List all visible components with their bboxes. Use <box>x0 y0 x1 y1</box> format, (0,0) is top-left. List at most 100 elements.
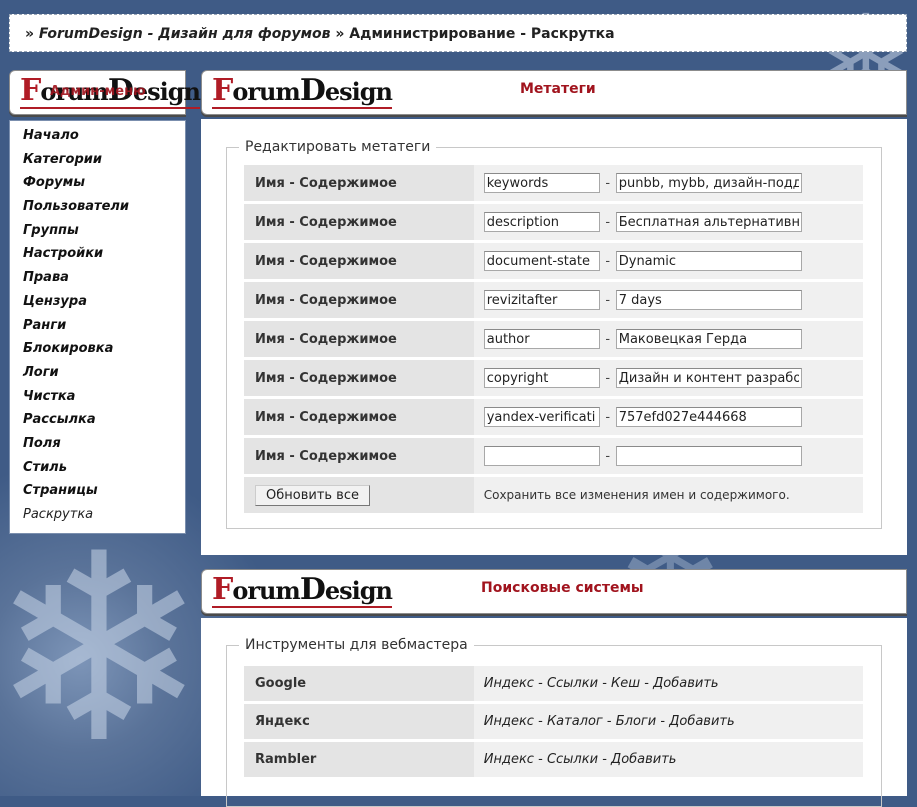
metatag-separator: - <box>605 448 611 464</box>
metatag-separator: - <box>605 409 611 425</box>
metatag-name-input[interactable] <box>483 446 600 466</box>
metatag-row: Имя - Содержимое - <box>244 243 863 279</box>
search-engine-row: Rambler Индекс - Ссылки - Добавить <box>244 742 863 777</box>
breadcrumb-site-link[interactable]: ForumDesign - Дизайн для форумов <box>39 26 331 42</box>
metatags-actions-note-cell: Сохранить все изменения имен и содержимо… <box>473 477 863 513</box>
metatag-row: Имя - Содержимое - <box>244 204 863 240</box>
search-engine-links: Индекс - Каталог - Блоги - Добавить <box>473 704 863 739</box>
metatag-separator: - <box>605 214 611 230</box>
metatag-row: Имя - Содержимое - <box>244 399 863 435</box>
search-engine-links: Индекс - Ссылки - Кеш - Добавить <box>473 666 863 701</box>
metatag-name-input[interactable] <box>483 251 600 271</box>
metatag-row-label: Имя - Содержимое <box>244 282 474 318</box>
sidebar-item[interactable]: Блокировка <box>23 341 185 365</box>
metatag-name-input[interactable] <box>483 212 600 232</box>
sidebar-item[interactable]: Логи <box>23 365 185 389</box>
sidebar-item[interactable]: Пользователи <box>23 199 185 223</box>
metatag-name-input[interactable] <box>483 329 600 349</box>
metatag-separator: - <box>605 370 611 386</box>
metatags-title: Метатеги <box>520 81 596 97</box>
search-engines-panel: Инструменты для вебмастера Google Индекс … <box>201 618 907 807</box>
search-engines-header: ForumDesign Поисковые системы <box>201 569 907 614</box>
search-engine-link[interactable]: Добавить <box>653 676 718 691</box>
metatag-name-input[interactable] <box>483 173 600 193</box>
search-engine-link[interactable]: Индекс <box>484 714 534 729</box>
metatag-row-fields: - <box>473 204 863 240</box>
link-separator: - <box>602 676 607 691</box>
metatag-row-label: Имя - Содержимое <box>244 243 474 279</box>
metatag-row: Имя - Содержимое - <box>244 321 863 357</box>
search-engine-name: Яндекс <box>244 704 474 739</box>
link-separator: - <box>606 714 612 729</box>
sidebar-item[interactable]: Категории <box>23 152 185 176</box>
search-engine-link[interactable]: Добавить <box>669 714 734 729</box>
search-engine-link[interactable]: Добавить <box>611 752 676 767</box>
metatags-legend: Редактировать метатеги <box>245 139 431 155</box>
search-engine-name: Rambler <box>244 742 474 777</box>
search-engine-row: Яндекс Индекс - Каталог - Блоги - Добавит… <box>244 704 863 739</box>
sidebar-item[interactable]: Начало <box>23 128 185 152</box>
sidebar-item[interactable]: Поля <box>23 436 185 460</box>
search-engine-link[interactable]: Ссылки <box>547 752 598 767</box>
metatag-separator: - <box>605 253 611 269</box>
sidebar-item[interactable]: Стиль <box>23 460 185 484</box>
metatag-name-input[interactable] <box>483 368 600 388</box>
search-engine-link[interactable]: Индекс <box>484 676 534 691</box>
forumdesign-logo: ForumDesign <box>212 572 393 608</box>
metatag-row: Имя - Содержимое - <box>244 438 863 474</box>
metatag-content-input[interactable] <box>615 407 802 427</box>
metatag-content-input[interactable] <box>615 368 802 388</box>
update-all-button[interactable]: Обновить все <box>255 484 370 506</box>
sidebar-item[interactable]: Страницы <box>23 483 185 507</box>
sidebar-item[interactable]: Ранги <box>23 318 185 342</box>
metatag-row-label: Имя - Содержимое <box>244 165 474 201</box>
sidebar-item[interactable]: Группы <box>23 223 185 247</box>
sidebar-header: ForumDesign Админ-меню <box>9 70 201 115</box>
metatag-content-input[interactable] <box>615 290 802 310</box>
metatag-row-label: Имя - Содержимое <box>244 399 474 435</box>
search-engines-table: Google Индекс - Ссылки - Кеш - Добавить Ян… <box>244 663 863 780</box>
search-engine-link[interactable]: Кеш <box>611 676 640 691</box>
sidebar-item[interactable]: Раскрутка <box>23 507 185 531</box>
metatags-header: ForumDesign Метатеги <box>201 70 907 115</box>
metatag-content-input[interactable] <box>615 173 802 193</box>
metatag-row-fields: - <box>473 438 863 474</box>
search-engine-link[interactable]: Блоги <box>616 714 656 729</box>
sidebar-title: Админ-меню <box>50 84 146 99</box>
sidebar-item[interactable]: Права <box>23 270 185 294</box>
metatags-actions-row: Обновить все Сохранить все изменения имен… <box>244 477 863 513</box>
sidebar-item[interactable]: Рассылка <box>23 412 185 436</box>
link-separator: - <box>660 714 666 729</box>
metatag-row-label: Имя - Содержимое <box>244 204 474 240</box>
metatags-actions-cell: Обновить все <box>244 477 474 513</box>
metatag-content-input[interactable] <box>615 251 802 271</box>
sidebar-item[interactable]: Цензура <box>23 294 185 318</box>
breadcrumb-prefix: » <box>25 26 35 42</box>
metatag-content-input[interactable] <box>615 212 802 232</box>
search-engine-row: Google Индекс - Ссылки - Кеш - Добавить <box>244 666 863 701</box>
link-separator: - <box>602 752 607 767</box>
search-engine-links: Индекс - Ссылки - Добавить <box>473 742 863 777</box>
breadcrumb-current-page: Администрирование - Раскрутка <box>349 26 615 42</box>
sidebar-item[interactable]: Настройки <box>23 246 185 270</box>
metatag-name-input[interactable] <box>483 290 600 310</box>
search-engine-link[interactable]: Каталог <box>547 714 603 729</box>
metatag-content-input[interactable] <box>615 329 802 349</box>
sidebar-item[interactable]: Форумы <box>23 175 185 199</box>
metatag-content-input[interactable] <box>615 446 802 466</box>
metatag-row: Имя - Содержимое - <box>244 282 863 318</box>
search-engine-link[interactable]: Ссылки <box>547 676 598 691</box>
metatag-row-fields: - <box>473 360 863 396</box>
metatag-row: Имя - Содержимое - <box>244 360 863 396</box>
sidebar-item[interactable]: Чистка <box>23 389 185 413</box>
metatag-row-label: Имя - Содержимое <box>244 438 474 474</box>
metatag-name-input[interactable] <box>483 407 600 427</box>
metatag-row-fields: - <box>473 321 863 357</box>
breadcrumb: » ForumDesign - Дизайн для форумов » Адм… <box>9 14 907 52</box>
metatag-row-fields: - <box>473 243 863 279</box>
metatag-row-fields: - <box>473 399 863 435</box>
admin-menu: Начало Категории Форумы Пользователи Группы Н… <box>9 120 186 534</box>
metatag-row-label: Имя - Содержимое <box>244 321 474 357</box>
webmaster-tools-legend: Инструменты для вебмастера <box>245 637 468 653</box>
search-engine-link[interactable]: Индекс <box>484 752 534 767</box>
